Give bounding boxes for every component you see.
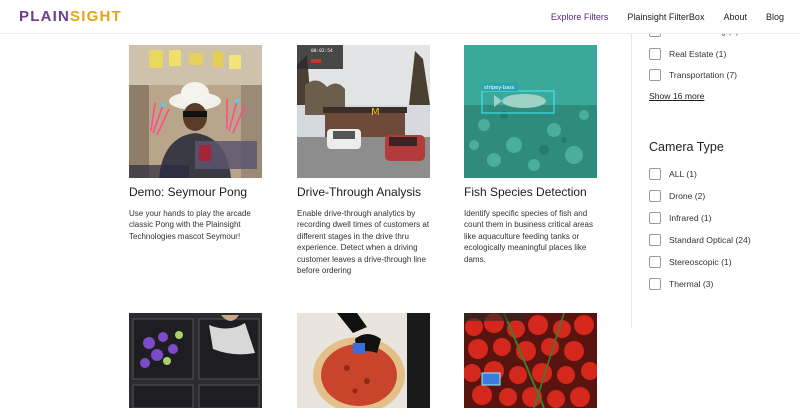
filter-camera-all[interactable]: ALL (1) bbox=[649, 168, 697, 180]
show-more-link[interactable]: Show 16 more bbox=[649, 91, 704, 101]
filter-label: Thermal (3) bbox=[669, 279, 714, 289]
overlay-fish-label: stripey-bass bbox=[484, 85, 515, 91]
site-header: PLAINSIGHT Explore Filters Plainsight Fi… bbox=[0, 0, 800, 34]
card-image-fish-species[interactable]: stripey-bass bbox=[464, 45, 597, 178]
checkbox[interactable] bbox=[649, 256, 661, 268]
filter-label: Stereoscopic (1) bbox=[669, 257, 732, 267]
nav-explore-filters[interactable]: Explore Filters bbox=[551, 12, 609, 22]
filter-camera-stereoscopic[interactable]: Stereoscopic (1) bbox=[649, 256, 732, 268]
card-image-seymour-pong[interactable] bbox=[129, 45, 262, 178]
main-nav: Explore Filters Plainsight FilterBox Abo… bbox=[532, 12, 784, 22]
card-title-seymour-pong[interactable]: Demo: Seymour Pong bbox=[129, 185, 247, 199]
filter-label: ALL (1) bbox=[669, 169, 697, 179]
filter-camera-standard-optical[interactable]: Standard Optical (24) bbox=[649, 234, 751, 246]
checkbox[interactable] bbox=[649, 234, 661, 246]
checkbox[interactable] bbox=[649, 168, 661, 180]
checkbox[interactable] bbox=[649, 212, 661, 224]
filter-camera-drone[interactable]: Drone (2) bbox=[649, 190, 705, 202]
filter-label: Real Estate (1) bbox=[669, 49, 727, 59]
checkbox[interactable] bbox=[649, 278, 661, 290]
nav-blog[interactable]: Blog bbox=[766, 12, 784, 22]
checkbox[interactable] bbox=[649, 190, 661, 202]
filter-label: Drone (2) bbox=[669, 191, 706, 201]
nav-filterbox[interactable]: Plainsight FilterBox bbox=[627, 12, 704, 22]
filter-transportation[interactable]: Transportation (7) bbox=[649, 69, 737, 81]
tomatoes-image bbox=[464, 313, 597, 408]
food-containers-image bbox=[129, 313, 262, 408]
nav-about[interactable]: About bbox=[723, 12, 747, 22]
sidebar-divider bbox=[631, 34, 632, 328]
pizza-making-image bbox=[297, 313, 430, 408]
checkbox[interactable] bbox=[649, 69, 661, 81]
filter-label: Standard Optical (24) bbox=[669, 235, 751, 245]
plainsight-logo[interactable]: PLAINSIGHT bbox=[19, 8, 122, 25]
card-desc-drive-through: Enable drive-through analytics by record… bbox=[297, 209, 430, 276]
filter-label: Transportation (7) bbox=[669, 70, 737, 80]
filter-label: Infrared (1) bbox=[669, 213, 712, 223]
camera-type-heading: Camera Type bbox=[649, 140, 724, 154]
card-image-tomatoes[interactable] bbox=[464, 313, 597, 408]
card-desc-seymour-pong: Use your hands to play the arcade classi… bbox=[129, 209, 251, 241]
overlay-timestamp: 00:02:54 bbox=[311, 48, 333, 54]
card-image-food-containers[interactable] bbox=[129, 313, 262, 408]
card-image-drive-through[interactable]: M 00:02:54 bbox=[297, 45, 430, 178]
person-with-hand-tracking-image bbox=[129, 45, 262, 178]
drive-through-cam-image: M 00:02:54 bbox=[297, 45, 430, 178]
svg-text:M: M bbox=[371, 107, 380, 118]
underwater-fish-image: stripey-bass bbox=[464, 45, 597, 178]
card-image-pizza[interactable] bbox=[297, 313, 430, 408]
card-title-drive-through[interactable]: Drive-Through Analysis bbox=[297, 185, 421, 199]
card-title-fish-species[interactable]: Fish Species Detection bbox=[464, 185, 587, 199]
checkbox[interactable] bbox=[649, 48, 661, 60]
card-desc-fish-species: Identify specific species of fish and co… bbox=[464, 209, 593, 264]
filter-camera-thermal[interactable]: Thermal (3) bbox=[649, 278, 713, 290]
filter-real-estate[interactable]: Real Estate (1) bbox=[649, 48, 726, 60]
filter-camera-infrared[interactable]: Infrared (1) bbox=[649, 212, 712, 224]
